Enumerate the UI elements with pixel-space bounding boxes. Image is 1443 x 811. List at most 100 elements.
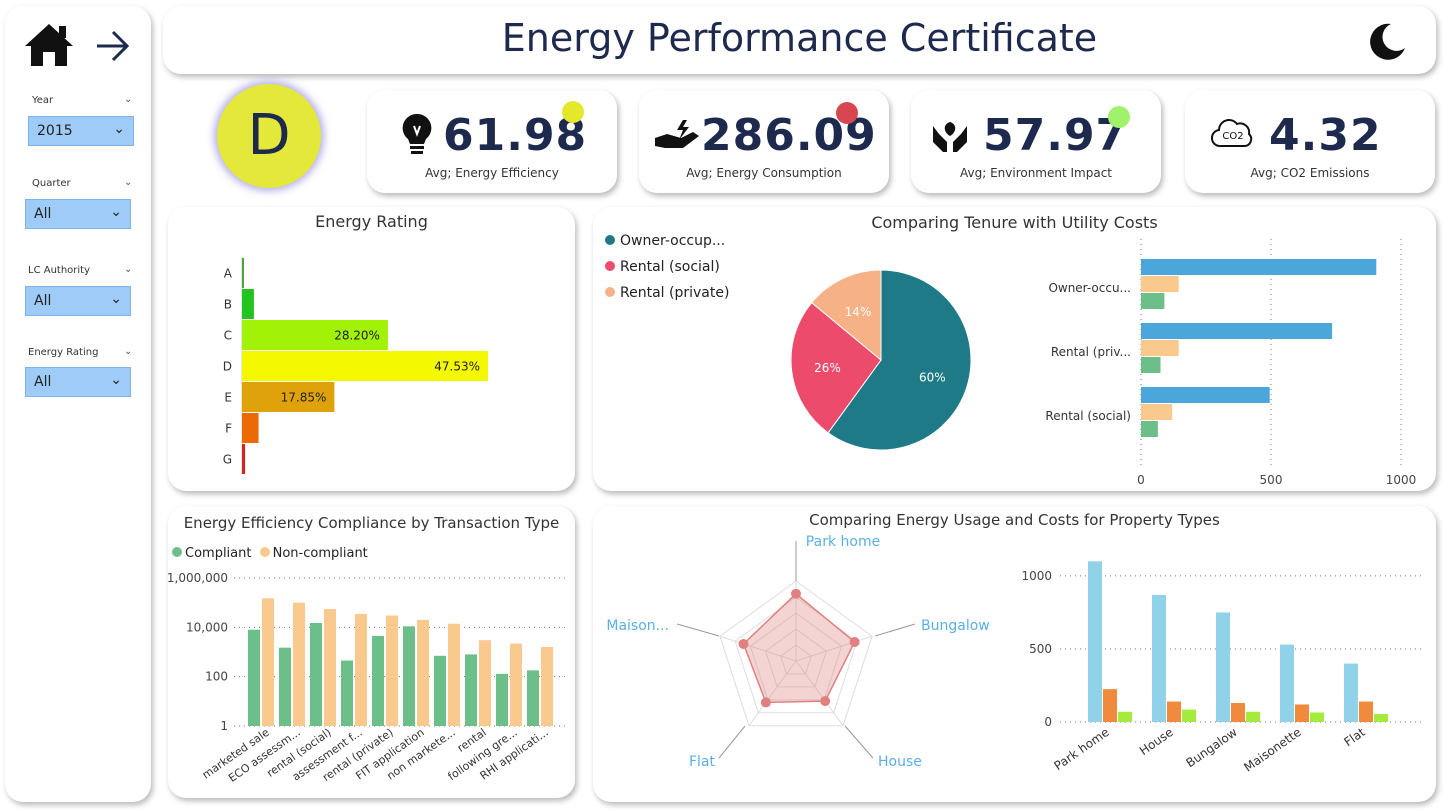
tick-label: 500 bbox=[1260, 473, 1283, 487]
bar bbox=[1295, 704, 1309, 722]
bar bbox=[1141, 323, 1333, 339]
data-label: 47.53% bbox=[434, 360, 480, 374]
kpi-label: Avg; Energy Efficiency bbox=[425, 166, 559, 180]
tick-label: D bbox=[223, 360, 232, 374]
tick-label: 500 bbox=[1029, 642, 1052, 656]
bar bbox=[479, 640, 491, 726]
tick-label: Owner-occu... bbox=[1048, 281, 1131, 295]
bar bbox=[262, 598, 274, 726]
bar bbox=[1152, 594, 1166, 722]
bar bbox=[1374, 713, 1388, 722]
tick-label: 0 bbox=[1137, 473, 1145, 487]
chevron-down-icon: ⌄ bbox=[113, 121, 125, 137]
tick-label: 0 bbox=[1044, 715, 1052, 729]
tick-label: B bbox=[224, 298, 232, 312]
radar-point bbox=[738, 638, 749, 649]
chevron-down-icon[interactable]: ⌄ bbox=[124, 346, 132, 357]
energy-rating-card: Energy Rating A B C 28.20% D 47.53% E 17.85% F G bbox=[168, 207, 575, 491]
tenure-pie-chart: 60% 26% 14% 0 500 1000 Owner-occu... Rental (pr… bbox=[790, 239, 1417, 487]
tick-label: Flat bbox=[1341, 725, 1368, 749]
page-title: Energy Performance Certificate bbox=[501, 16, 1098, 60]
data-label: 17.85% bbox=[281, 391, 327, 405]
hands-plant-icon bbox=[933, 122, 967, 152]
tick-label: 1,000,000 bbox=[168, 571, 228, 585]
bar bbox=[355, 613, 367, 726]
axis-label: Flat bbox=[689, 754, 716, 770]
bar bbox=[1141, 259, 1377, 275]
bar bbox=[541, 646, 553, 726]
axis-label: House bbox=[878, 754, 922, 770]
bar bbox=[324, 609, 336, 726]
kpi-label: Avg; Energy Consumption bbox=[686, 166, 842, 180]
filter-label-year: Year bbox=[32, 95, 54, 106]
bar bbox=[1344, 663, 1358, 722]
header: Energy Performance Certificate bbox=[163, 6, 1436, 74]
chevron-down-icon: ⌄ bbox=[110, 204, 122, 220]
tick-label: E bbox=[224, 391, 232, 405]
bar bbox=[417, 619, 429, 726]
bar bbox=[1141, 387, 1270, 403]
bar bbox=[1088, 561, 1102, 722]
tick-label: 10,000 bbox=[186, 620, 228, 634]
arrow-right-icon[interactable] bbox=[93, 28, 133, 64]
lightbulb-icon bbox=[402, 113, 432, 154]
chevron-down-icon: ⌄ bbox=[110, 372, 122, 388]
bar bbox=[1167, 701, 1181, 722]
bar bbox=[1141, 293, 1165, 309]
bar bbox=[496, 673, 508, 726]
status-dot bbox=[836, 102, 858, 124]
label-leader bbox=[718, 725, 746, 759]
tick-label: Bungalow bbox=[1183, 725, 1239, 770]
svg-text:CO2: CO2 bbox=[1222, 131, 1243, 142]
radar-point bbox=[791, 588, 801, 599]
kpi-label: Avg; Environment Impact bbox=[959, 166, 1113, 180]
chevron-down-icon[interactable]: ⌄ bbox=[124, 264, 132, 275]
label-leader bbox=[874, 623, 916, 637]
year-dropdown[interactable]: 2015 ⌄ bbox=[28, 116, 134, 146]
kpi-co2-emissions: CO2 4.32 Avg; CO2 Emissions bbox=[1185, 90, 1435, 193]
chevron-down-icon[interactable]: ⌄ bbox=[124, 177, 132, 188]
bar bbox=[510, 643, 522, 726]
dark-mode-moon-icon[interactable] bbox=[1367, 22, 1407, 62]
tick-label: G bbox=[223, 453, 232, 467]
energy-rating-chart: A B C 28.20% D 47.53% E 17.85% F G bbox=[223, 257, 488, 474]
co2-cloud-icon: CO2 bbox=[1211, 119, 1253, 148]
energy-rating-letter: D bbox=[247, 103, 291, 168]
bar bbox=[242, 444, 246, 474]
lc-authority-dropdown[interactable]: All ⌄ bbox=[25, 286, 131, 316]
home-icon[interactable] bbox=[23, 20, 75, 70]
quarter-dropdown[interactable]: All ⌄ bbox=[25, 199, 131, 229]
bar bbox=[386, 615, 398, 726]
tick-label: C bbox=[224, 329, 232, 343]
bar bbox=[1103, 689, 1117, 722]
bar bbox=[403, 626, 415, 726]
kpi-environment-impact: 57.97 Avg; Environment Impact bbox=[911, 90, 1161, 193]
chevron-down-icon[interactable]: ⌄ bbox=[124, 94, 132, 105]
axis-label: Park home bbox=[806, 534, 880, 550]
slice-label: 26% bbox=[814, 361, 841, 375]
compliance-card: Energy Efficiency Compliance by Transact… bbox=[168, 506, 575, 798]
bar bbox=[293, 602, 305, 726]
tick-label: 1000 bbox=[1386, 473, 1417, 487]
bar bbox=[372, 635, 384, 726]
bar bbox=[1141, 340, 1179, 356]
energy-rating-dropdown[interactable]: All ⌄ bbox=[25, 367, 131, 397]
bar bbox=[434, 655, 446, 726]
bar bbox=[465, 654, 477, 726]
energy-rating-dropdown-value: All bbox=[34, 374, 52, 390]
bar bbox=[1141, 357, 1161, 373]
hand-energy-icon bbox=[655, 120, 699, 148]
bar bbox=[248, 629, 260, 726]
tick-label: 1000 bbox=[1021, 569, 1052, 583]
tick-label: Rental (priv... bbox=[1051, 345, 1131, 359]
tick-label: Maisonette bbox=[1241, 725, 1303, 775]
kpi-label: Avg; CO2 Emissions bbox=[1250, 166, 1370, 180]
radar-point bbox=[820, 696, 831, 707]
kpi-energy-consumption: 286.09 Avg; Energy Consumption bbox=[639, 90, 889, 193]
filter-label-lc-authority: LC Authority bbox=[28, 265, 91, 276]
lc-authority-dropdown-value: All bbox=[34, 293, 52, 309]
radar-point bbox=[849, 636, 860, 647]
tick-label: 100 bbox=[205, 670, 228, 684]
bar bbox=[279, 647, 291, 726]
bar bbox=[1231, 703, 1245, 722]
